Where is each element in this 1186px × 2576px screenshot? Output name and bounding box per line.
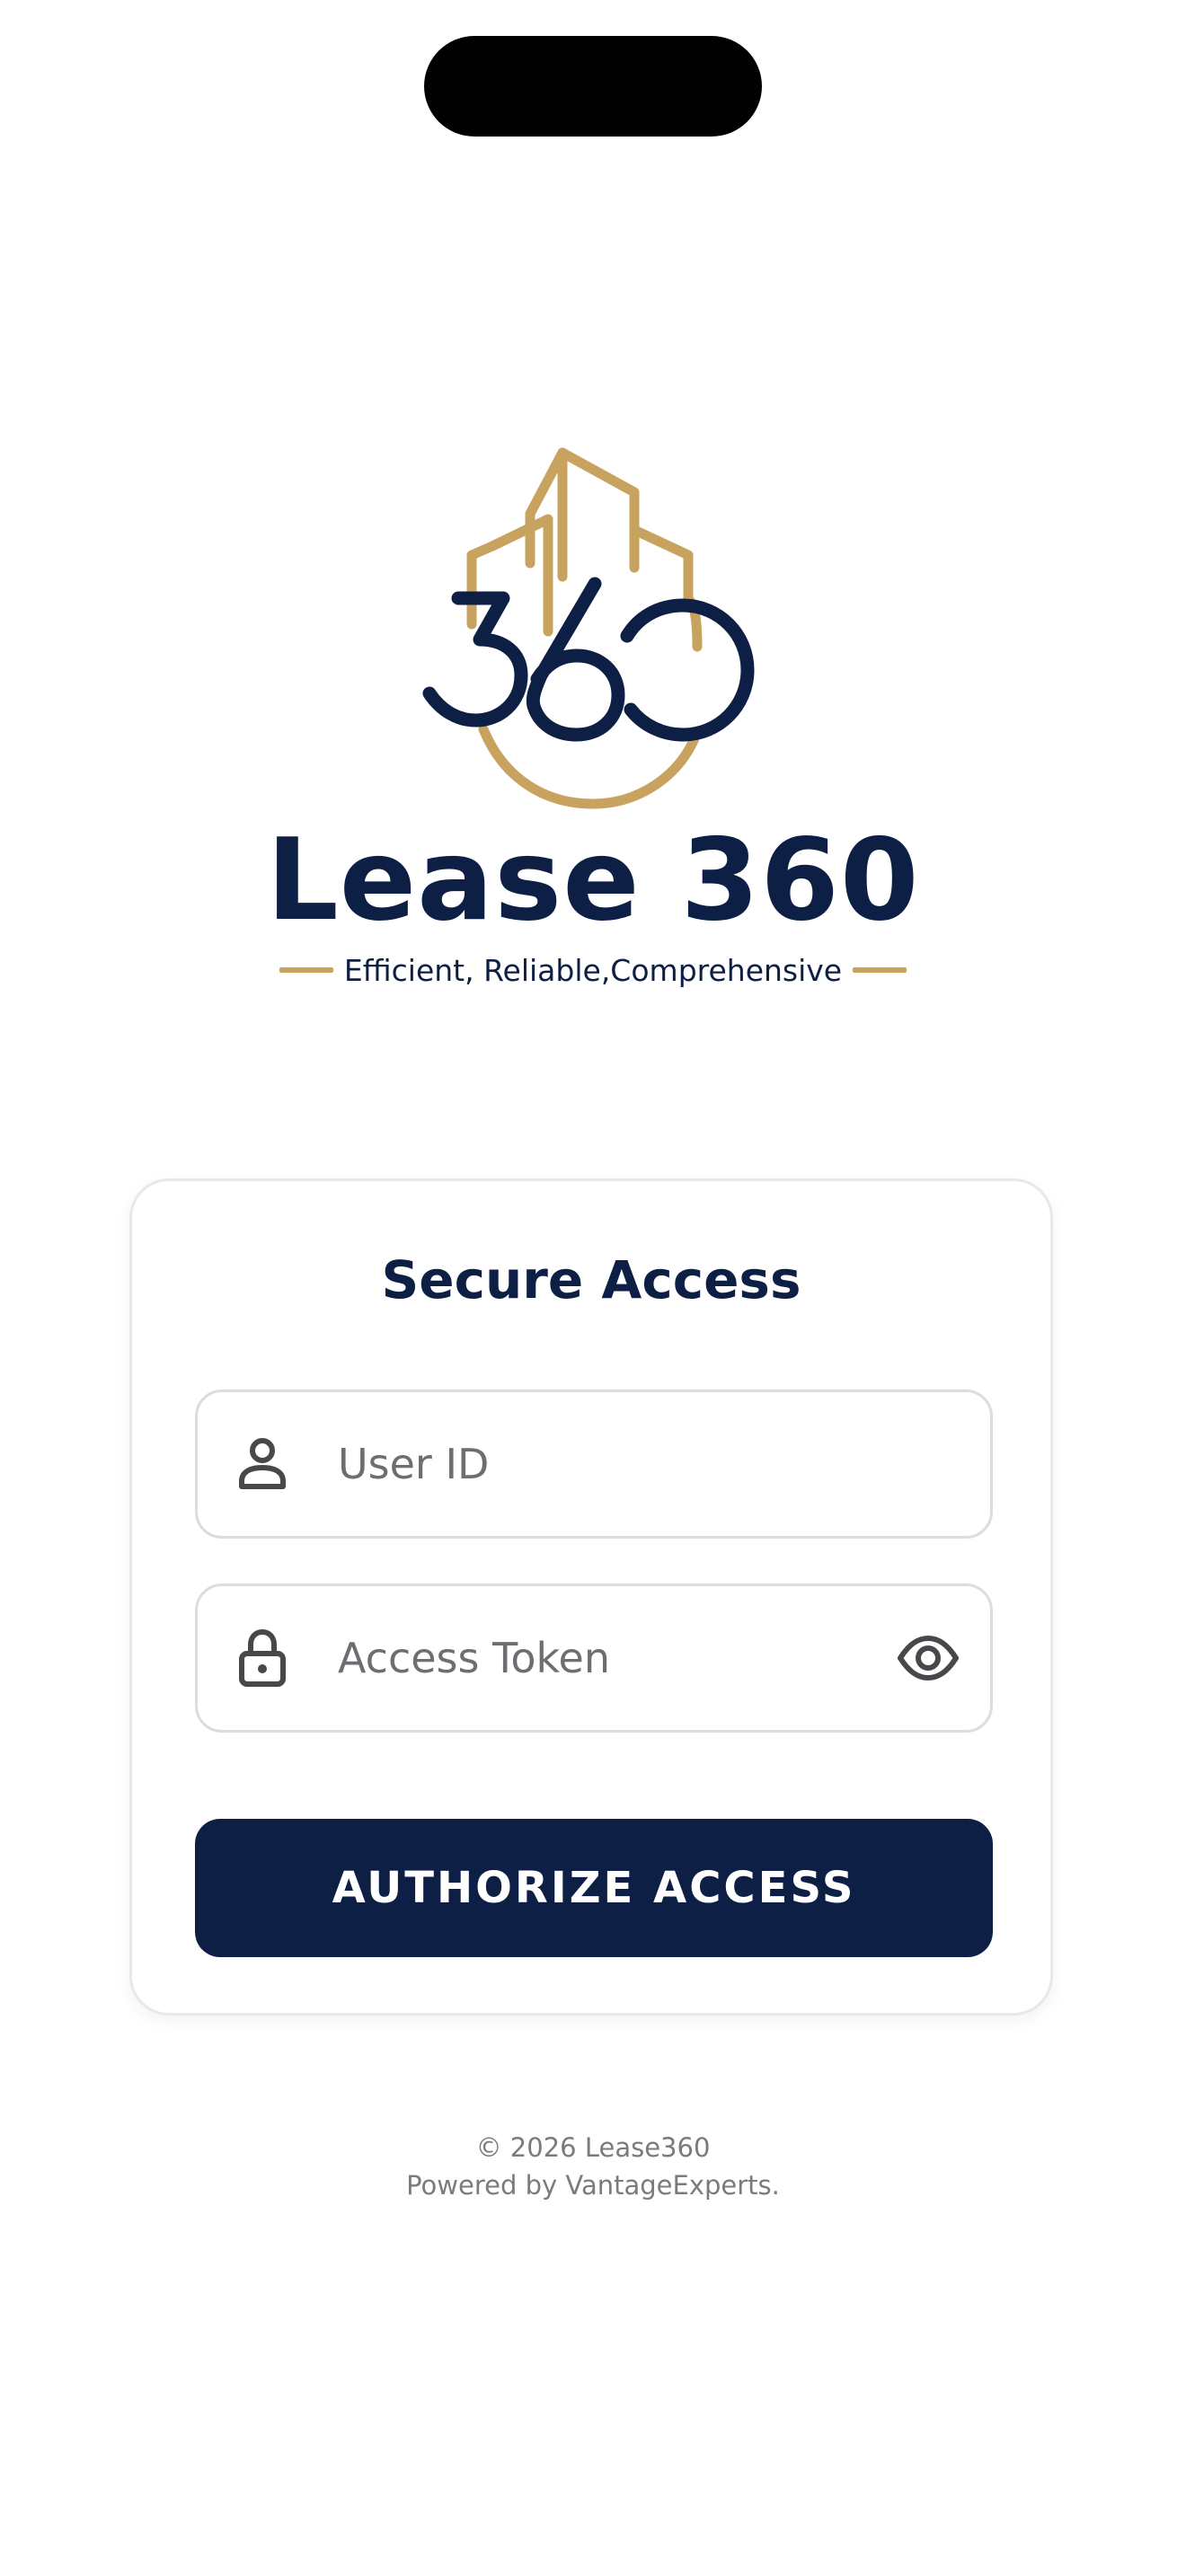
- access-token-field[interactable]: Access Token: [195, 1584, 993, 1733]
- user-id-placeholder: User ID: [338, 1440, 490, 1488]
- tagline-rule-right: [853, 967, 907, 973]
- authorize-access-button[interactable]: AUTHORIZE ACCESS: [195, 1819, 993, 1957]
- powered-by-text: Powered by VantageExperts.: [406, 2170, 780, 2201]
- access-token-placeholder: Access Token: [338, 1634, 610, 1682]
- login-screen: Lease 360 Efficient, Reliable,Comprehens…: [0, 0, 1186, 2576]
- secure-access-card: Secure Access User ID Access Token AUTHO…: [129, 1178, 1053, 2016]
- copyright-text: © 2026 Lease360: [475, 2132, 711, 2163]
- eye-icon[interactable]: [897, 1635, 960, 1681]
- tagline: Efficient, Reliable,Comprehensive: [343, 952, 843, 988]
- app-title: Lease 360: [266, 814, 920, 946]
- dynamic-island: [424, 36, 762, 137]
- tagline-rule-left: [279, 967, 333, 973]
- lock-icon: [239, 1629, 286, 1687]
- tagline-row: Efficient, Reliable,Comprehensive: [0, 948, 1186, 992]
- person-icon: [239, 1438, 286, 1489]
- footer: © 2026 Lease360 Powered by VantageExpert…: [0, 2129, 1186, 2204]
- user-id-field[interactable]: User ID: [195, 1389, 993, 1539]
- lease360-logo: [422, 447, 755, 809]
- card-title: Secure Access: [381, 1249, 801, 1310]
